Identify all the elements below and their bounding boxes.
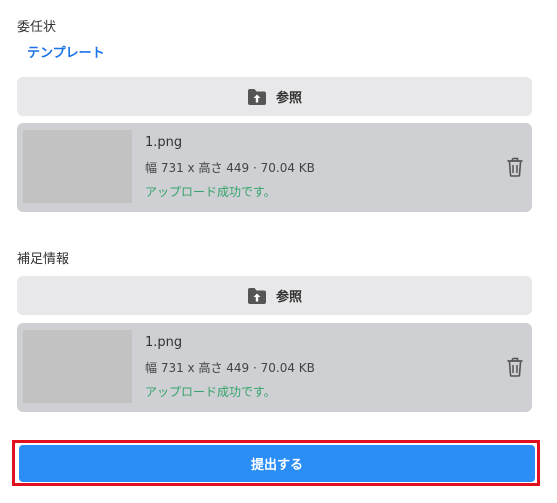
file-meta: 幅 731 x 高さ 449 · 70.04 KB	[145, 161, 315, 175]
folder-upload-icon	[247, 88, 267, 106]
file-thumbnail	[23, 130, 132, 203]
upload-status: アップロード成功です。	[145, 385, 276, 399]
upload-status: アップロード成功です。	[145, 185, 276, 199]
supplement-file-card: 1.png 幅 731 x 高さ 449 · 70.04 KB アップロード成功…	[17, 323, 532, 412]
proxy-section-label: 委任状	[17, 20, 57, 35]
supplement-section-label: 補足情報	[17, 252, 70, 267]
file-name: 1.png	[145, 335, 183, 350]
submit-button[interactable]: 提出する	[19, 445, 535, 482]
file-meta: 幅 731 x 高さ 449 · 70.04 KB	[145, 361, 315, 375]
folder-upload-icon	[247, 287, 267, 305]
proxy-browse-label: 参照	[275, 91, 302, 106]
trash-icon[interactable]	[506, 357, 524, 377]
trash-icon[interactable]	[506, 157, 524, 177]
file-thumbnail	[23, 330, 132, 403]
proxy-browse-button[interactable]: 参照	[17, 77, 532, 116]
template-link[interactable]: テンプレート	[27, 42, 105, 61]
supplement-browse-button[interactable]: 参照	[17, 276, 532, 315]
supplement-browse-label: 参照	[275, 290, 302, 305]
file-name: 1.png	[145, 135, 183, 150]
proxy-file-card: 1.png 幅 731 x 高さ 449 · 70.04 KB アップロード成功…	[17, 123, 532, 212]
